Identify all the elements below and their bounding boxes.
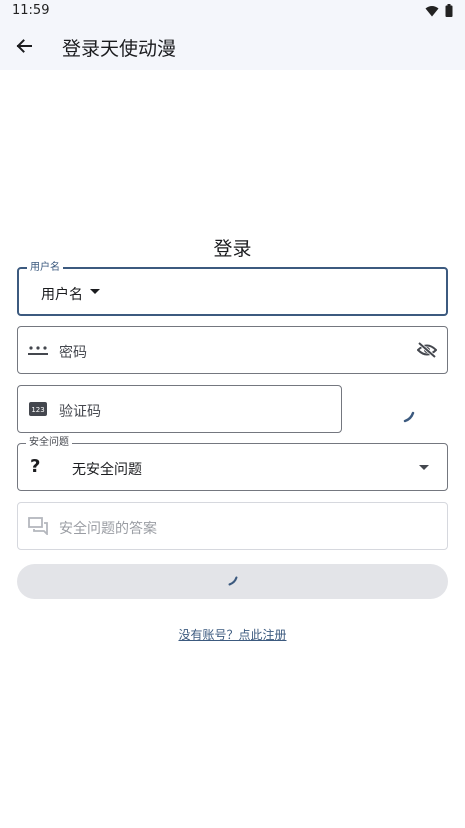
submit-loading-spinner-icon — [228, 576, 238, 586]
caret-down-icon — [419, 465, 429, 470]
back-button[interactable] — [10, 32, 38, 60]
app-bar: 登录天使动漫 — [0, 22, 465, 70]
security-question-label: 安全问题 — [26, 436, 72, 450]
visibility-off-icon[interactable] — [415, 339, 439, 361]
status-time: 11:59 — [12, 3, 50, 18]
app-title: 登录天使动漫 — [62, 38, 177, 60]
captcha-loading-spinner-icon — [403, 411, 415, 423]
password-field[interactable]: 密码 — [17, 326, 448, 374]
password-dots-icon — [28, 341, 48, 359]
svg-text:123: 123 — [31, 406, 44, 414]
username-field[interactable]: 用户名 用户名 — [17, 261, 448, 316]
register-link[interactable]: 没有账号？点此注册 — [0, 626, 465, 643]
username-label: 用户名 — [27, 261, 63, 275]
security-question-field[interactable]: 安全问题 ? 无安全问题 — [17, 436, 448, 491]
question-mark-icon: ? — [30, 456, 41, 477]
captcha-placeholder: 验证码 — [59, 404, 101, 420]
dialpad-123-icon: 123 — [28, 401, 48, 417]
arrow-back-icon — [16, 39, 32, 53]
password-placeholder: 密码 — [59, 345, 87, 361]
status-bar: 11:59 — [0, 0, 465, 22]
login-submit-button[interactable] — [17, 564, 448, 599]
security-question-value: 无安全问题 — [72, 462, 142, 478]
username-value: 用户名 — [41, 287, 83, 303]
security-answer-placeholder: 安全问题的答案 — [59, 521, 157, 537]
wifi-icon — [425, 5, 439, 16]
status-icons — [425, 4, 453, 17]
captcha-field[interactable]: 123 验证码 — [17, 385, 342, 433]
login-title: 登录 — [213, 238, 252, 260]
chat-bubbles-icon — [28, 517, 48, 535]
caret-down-icon — [90, 289, 100, 294]
battery-icon — [445, 4, 453, 17]
security-answer-field[interactable]: 安全问题的答案 — [17, 502, 448, 550]
